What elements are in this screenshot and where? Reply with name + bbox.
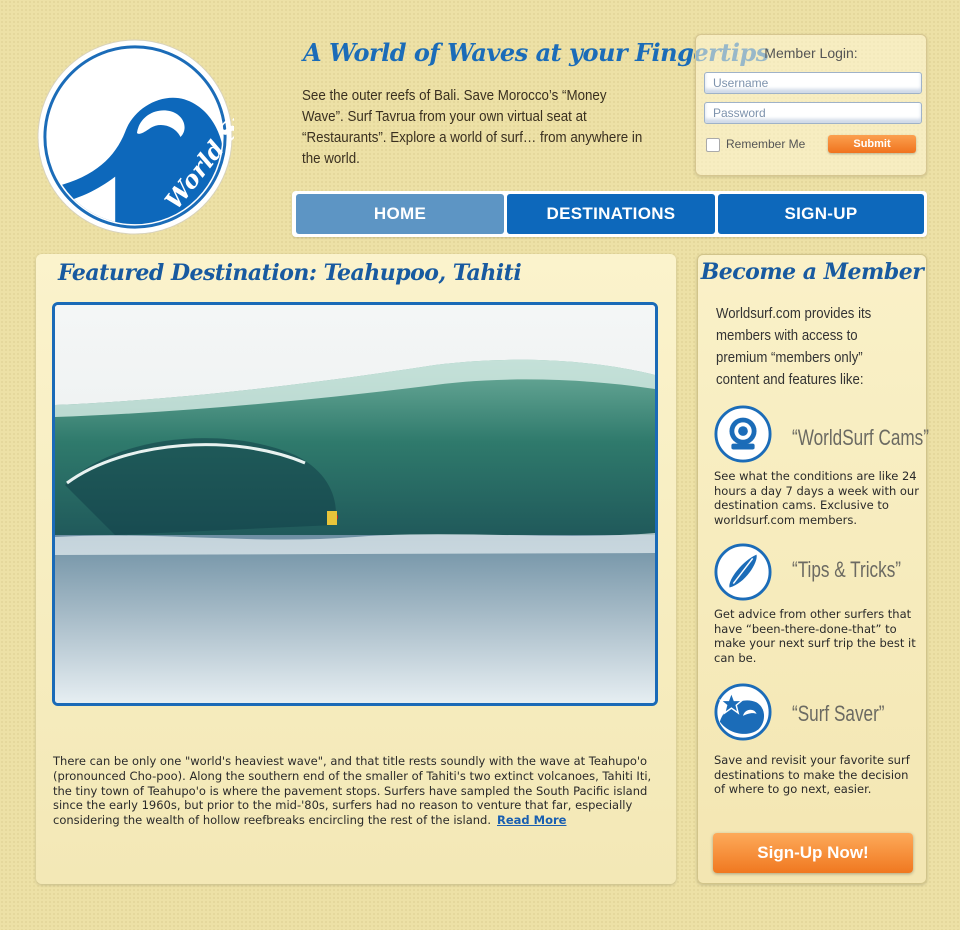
feature-desc-cams: See what the conditions are like 24 hour… xyxy=(714,469,919,527)
feature-name-cams: “WorldSurf Cams” xyxy=(792,425,929,450)
feature-name-tips: “Tips & Tricks” xyxy=(792,557,901,582)
header-intro: See the outer reefs of Bali. Save Morocc… xyxy=(302,88,643,167)
page-headline: A World of Waves at your Fingertips xyxy=(303,38,769,67)
feature-desc-saver: Save and revisit your favorite surf dest… xyxy=(714,753,910,796)
nav-sign-up[interactable]: SIGN-UP xyxy=(718,194,924,234)
password-input[interactable] xyxy=(704,102,922,124)
become-member-panel: Become a Member Worldsurf.com provides i… xyxy=(697,254,929,884)
world-surf-logo[interactable]: World Surf xyxy=(36,38,234,236)
read-more-link[interactable]: Read More xyxy=(497,813,566,827)
featured-destination-panel: Featured Destination: Teahupoo, Tahiti T… xyxy=(36,254,676,884)
feature-name-saver: “Surf Saver” xyxy=(792,701,885,726)
webcam-icon xyxy=(714,405,772,463)
username-input[interactable] xyxy=(704,72,922,94)
remember-me-label: Remember Me xyxy=(726,137,806,151)
nav-destinations[interactable]: DESTINATIONS xyxy=(507,194,715,234)
wave-photo xyxy=(55,305,655,703)
member-intro: Worldsurf.com provides its members with … xyxy=(716,305,872,388)
login-submit-button[interactable]: Submit xyxy=(828,135,916,153)
feature-desc-tips: Get advice from other surfers that have … xyxy=(714,607,916,665)
featured-body: There can be only one "world's heaviest … xyxy=(53,754,663,828)
login-title: Member Login: xyxy=(764,45,858,61)
surfboard-icon xyxy=(714,543,772,601)
sign-up-now-button[interactable]: Sign-Up Now! xyxy=(713,833,913,873)
remember-me-checkbox[interactable] xyxy=(706,138,720,152)
member-login-panel: Member Login: Remember Me Submit xyxy=(695,34,927,176)
featured-photo xyxy=(52,302,658,706)
main-nav: HOME DESTINATIONS SIGN-UP xyxy=(292,191,927,237)
star-wave-icon xyxy=(714,683,772,741)
member-title: Become a Member xyxy=(700,259,924,285)
nav-home[interactable]: HOME xyxy=(296,194,504,234)
featured-title: Featured Destination: Teahupoo, Tahiti xyxy=(58,260,522,286)
